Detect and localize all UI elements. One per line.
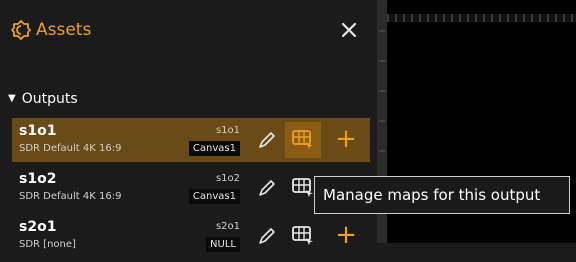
canvas-badge: NULL	[206, 237, 240, 252]
maps-icon	[292, 130, 313, 149]
output-code: s1o1	[215, 125, 240, 136]
scroll-tick	[379, 30, 385, 32]
manage-maps-button[interactable]	[285, 218, 321, 254]
output-name: s2o1	[19, 219, 57, 235]
output-description: SDR Default 4K 16:9	[19, 191, 122, 202]
maps-icon	[292, 178, 313, 197]
pencil-icon[interactable]	[256, 177, 278, 199]
pencil-icon[interactable]	[256, 225, 278, 247]
output-description: SDR Default 4K 16:9	[19, 143, 122, 154]
output-row-s2o1[interactable]: s2o1 SDR [none] s2o1 NULL +	[12, 214, 370, 258]
canvas-badge: Canvas1	[188, 189, 240, 204]
outputs-label: Outputs	[21, 91, 78, 107]
maps-icon	[292, 226, 313, 245]
tooltip: Manage maps for this output	[314, 176, 570, 214]
add-icon[interactable]: +	[332, 222, 360, 250]
scroll-tick	[379, 120, 385, 122]
pencil-icon[interactable]	[256, 129, 278, 151]
output-code: s1o2	[215, 173, 240, 184]
caret-down-icon: ▼	[8, 93, 16, 104]
scroll-tick	[379, 90, 385, 92]
output-name: s1o1	[19, 123, 57, 139]
panel-title: Assets	[36, 20, 92, 40]
scroll-tick	[379, 150, 385, 152]
output-row-s1o1[interactable]: s1o1 SDR Default 4K 16:9 s1o1 Canvas1 +	[12, 118, 370, 162]
add-icon[interactable]: +	[332, 126, 360, 154]
manage-maps-button[interactable]	[285, 122, 321, 158]
output-name: s1o2	[19, 171, 57, 187]
output-description: SDR [none]	[19, 239, 76, 250]
canvas-badge: Canvas1	[188, 141, 240, 156]
scroll-tick	[379, 60, 385, 62]
close-icon[interactable]	[338, 19, 360, 41]
output-code: s2o1	[215, 221, 240, 232]
timeline-ruler	[387, 14, 576, 22]
assets-icon	[11, 20, 31, 40]
panel-header: Assets	[0, 0, 379, 60]
outputs-section-header[interactable]: ▼ Outputs	[8, 88, 78, 110]
